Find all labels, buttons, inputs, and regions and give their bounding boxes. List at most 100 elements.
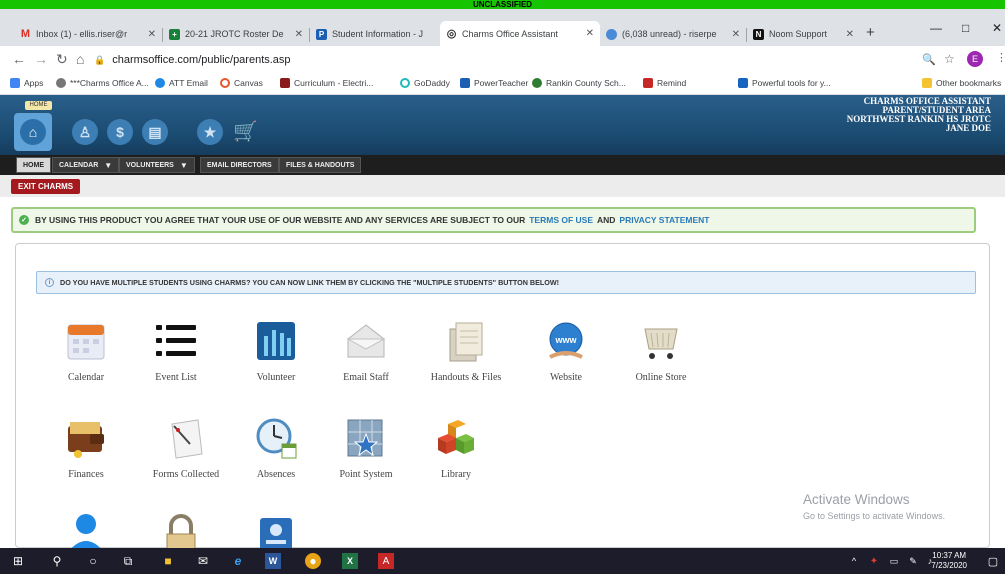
menu-calendar[interactable]: CALENDAR ▼ [52, 157, 120, 173]
new-tab-button[interactable]: + [866, 24, 875, 41]
search-icon[interactable]: ⚲ [49, 553, 65, 569]
close-icon[interactable]: ✕ [148, 29, 156, 40]
bookmark-apps[interactable]: Apps [10, 78, 43, 88]
menu-files-handouts[interactable]: FILES & HANDOUTS [279, 157, 362, 173]
app-absences[interactable]: Absences [231, 414, 321, 480]
library-icon [432, 414, 480, 462]
tab-gmail[interactable]: M Inbox (1) - ellis.riser@r ✕ [14, 23, 162, 45]
bookmark-curriculum[interactable]: Curriculum - Electri... [280, 78, 373, 88]
bookmark-powerteacher[interactable]: PowerTeacher [460, 78, 528, 88]
restore-button[interactable]: □ [962, 21, 969, 35]
star-nav-icon[interactable]: ★ [197, 119, 223, 145]
tab-noom[interactable]: N Noom Support ✕ [747, 23, 860, 45]
bookmark-label: Rankin County Sch... [546, 78, 626, 88]
zoom-icon[interactable]: 🔍 [922, 53, 936, 66]
app-point-system[interactable]: Point System [321, 414, 411, 480]
dollar-nav-icon[interactable]: $ [107, 119, 133, 145]
bookmark-remind[interactable]: Remind [643, 78, 686, 88]
mail-icon[interactable]: ✉ [195, 553, 211, 569]
tab-charms[interactable]: ◎ Charms Office Assistant ✕ [440, 21, 600, 46]
back-icon[interactable]: ← [12, 51, 26, 67]
privacy-link[interactable]: PRIVACY STATEMENT [619, 215, 709, 225]
app-library[interactable]: Library [411, 414, 501, 480]
tray-app-icon[interactable]: ✦ [866, 553, 882, 569]
app-label: Email Staff [343, 372, 389, 383]
bookmarks-bar: Apps ***Charms Office A... ATT Email Can… [0, 73, 1005, 95]
tab-roster[interactable]: + 20-21 JROTC Roster De ✕ [163, 23, 309, 45]
terms-notice: ✓ BY USING THIS PRODUCT YOU AGREE THAT Y… [11, 207, 976, 233]
reload-icon[interactable]: ↻ [56, 51, 68, 68]
app-email-staff[interactable]: Email Staff [321, 317, 411, 383]
bookmark-powerful-tools[interactable]: Powerful tools for y... [738, 78, 831, 88]
bookmark-label: ***Charms Office A... [70, 78, 149, 88]
bookmark-rankin[interactable]: Rankin County Sch... [532, 78, 626, 88]
bookmark-godaddy[interactable]: GoDaddy [400, 78, 450, 88]
url-field[interactable]: 🔒 charmsoffice.com/public/parents.asp [94, 50, 902, 70]
cart-nav-icon[interactable]: 🛒 [233, 119, 258, 144]
online-store-icon [637, 317, 685, 365]
menu-home[interactable]: HOME [16, 157, 51, 173]
sheets-icon: + [169, 28, 180, 40]
menu-email-directors[interactable]: EMAIL DIRECTORS [200, 157, 279, 173]
edge-icon[interactable]: e [230, 553, 246, 569]
check-icon: ✓ [19, 215, 29, 225]
close-icon[interactable]: ✕ [295, 29, 303, 40]
network-icon[interactable]: ▭ [886, 553, 902, 569]
home-tile[interactable]: ⌂ [14, 113, 52, 151]
menu-volunteers[interactable]: VOLUNTEERS ▼ [119, 157, 195, 173]
close-window-button[interactable]: ✕ [992, 21, 1002, 35]
chrome-icon[interactable]: ● [305, 553, 321, 569]
bookmark-charms[interactable]: ***Charms Office A... [56, 78, 149, 88]
task-view-icon[interactable]: ⧉ [120, 553, 136, 569]
cortana-icon[interactable]: ○ [85, 553, 101, 569]
app-handouts-files[interactable]: Handouts & Files [411, 317, 521, 383]
word-icon[interactable]: W [265, 553, 281, 569]
app-label: Absences [256, 469, 296, 480]
app-label: Website [550, 372, 582, 383]
close-icon[interactable]: ✕ [846, 29, 854, 40]
exit-charms-button[interactable]: EXIT CHARMS [11, 179, 81, 194]
folder-icon [922, 78, 932, 88]
file-explorer-icon[interactable]: ■ [160, 553, 176, 569]
menu-icon[interactable]: ⋮ [996, 51, 1005, 64]
org-title-line: JANE DOE [945, 123, 991, 133]
app-calendar[interactable]: Calendar [41, 317, 131, 383]
app-label: Calendar [67, 372, 105, 383]
tab-yahoo[interactable]: (6,038 unread) - riserpe ✕ [600, 23, 746, 45]
calendar-nav-icon[interactable]: ▤ [142, 119, 168, 145]
home-icon[interactable]: ⌂ [76, 51, 84, 67]
star-icon[interactable]: ☆ [944, 52, 955, 66]
excel-icon[interactable]: X [342, 553, 358, 569]
terms-link[interactable]: TERMS OF USE [529, 215, 593, 225]
clock-time: 10:37 AM [932, 551, 967, 560]
charms-icon: ◎ [446, 28, 457, 40]
menu-label: CALENDAR [59, 161, 99, 169]
svg-text:www: www [554, 335, 577, 345]
tab-student-info[interactable]: P Student Information - J✕ [310, 23, 456, 45]
close-icon[interactable]: ✕ [732, 29, 740, 40]
app-volunteer[interactable]: Volunteer [231, 317, 321, 383]
acrobat-icon[interactable]: A [378, 553, 394, 569]
app-online-store[interactable]: Online Store [616, 317, 706, 383]
minimize-button[interactable]: — [930, 21, 942, 35]
tray-chevron-up-icon[interactable]: ^ [846, 553, 862, 569]
app-website[interactable]: www Website [521, 317, 611, 383]
forward-icon[interactable]: → [34, 51, 48, 67]
close-icon[interactable]: ✕ [586, 28, 594, 39]
id-card-icon [252, 512, 300, 552]
windows-start-icon[interactable]: ⊞ [10, 553, 26, 569]
app-event-list[interactable]: Event List [131, 317, 221, 383]
lock-icon [157, 512, 205, 552]
user-nav-icon[interactable]: ♙ [72, 119, 98, 145]
pen-icon[interactable]: ✎ [905, 553, 921, 569]
app-forms-collected[interactable]: Forms Collected [136, 414, 236, 480]
notification-icon[interactable]: ▢ [985, 553, 1001, 569]
bookmark-att[interactable]: ATT Email [155, 78, 208, 88]
bookmark-canvas[interactable]: Canvas [220, 78, 263, 88]
profile-avatar[interactable]: E [967, 51, 983, 67]
app-finances[interactable]: Finances [41, 414, 131, 480]
app-label: Point System [339, 469, 393, 480]
lock-icon: 🔒 [94, 55, 106, 65]
bookmark-other[interactable]: Other bookmarks [922, 78, 1001, 88]
system-clock[interactable]: 10:37 AM 7/23/2020 [931, 551, 967, 571]
